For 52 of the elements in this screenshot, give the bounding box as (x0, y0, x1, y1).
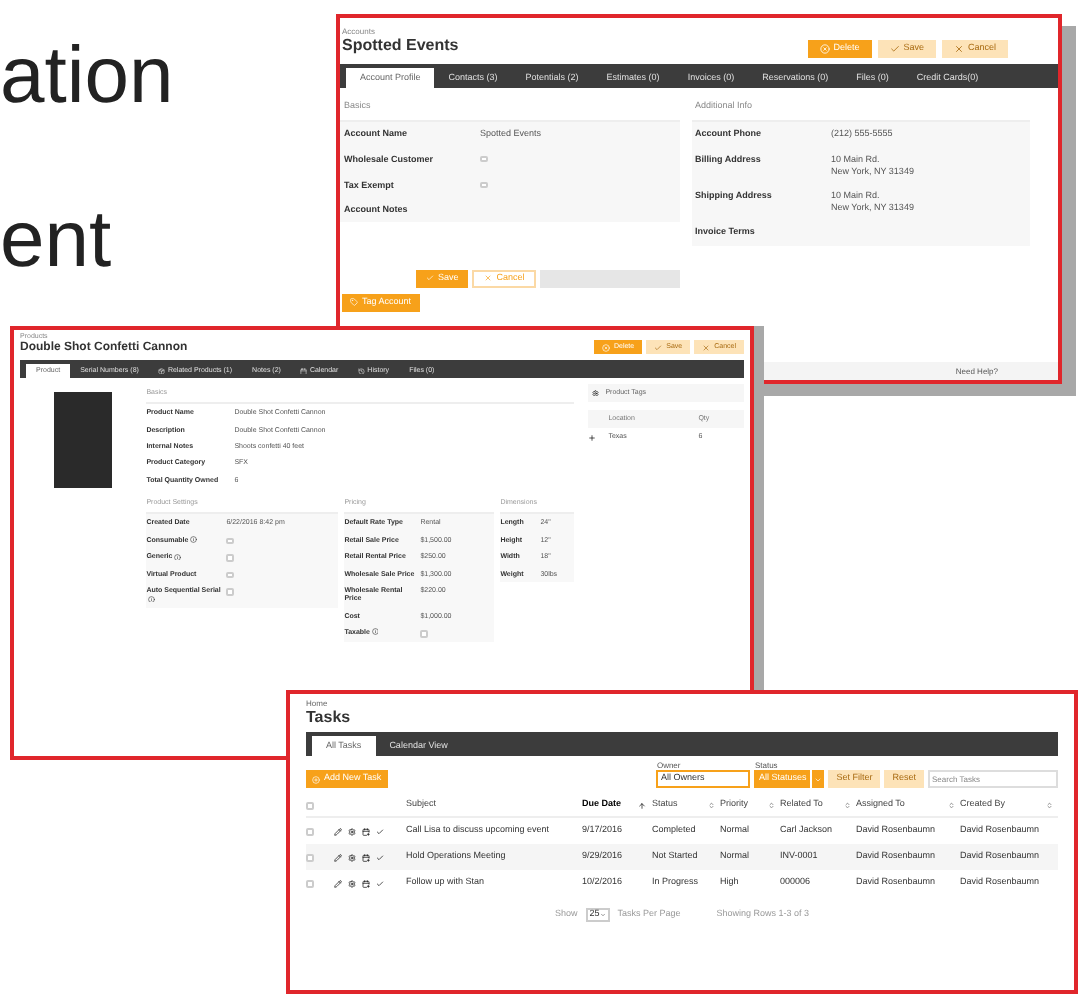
close-icon (601, 343, 610, 351)
close-icon (819, 44, 830, 54)
window-title: Tasks (306, 708, 353, 728)
calendar-icon (300, 367, 308, 375)
edit-icon[interactable] (334, 879, 342, 887)
checkbox[interactable] (306, 879, 314, 887)
settings-icon[interactable] (348, 879, 356, 887)
plus-icon (312, 775, 320, 783)
headline-text: ent (0, 200, 112, 280)
photo-placeholder (54, 392, 113, 488)
checkbox[interactable] (306, 853, 314, 861)
calendar-icon[interactable] (362, 827, 370, 835)
check-icon[interactable] (376, 827, 384, 835)
check-icon[interactable] (376, 879, 384, 887)
checkbox[interactable] (306, 827, 314, 835)
tag-icon (350, 298, 358, 306)
calendar-icon[interactable] (362, 853, 370, 861)
box-icon (158, 367, 166, 375)
settings-icon[interactable] (348, 853, 356, 861)
check-icon (889, 44, 900, 54)
edit-icon[interactable] (334, 853, 342, 861)
checkbox[interactable] (480, 155, 487, 163)
expand-toggle[interactable] (588, 433, 597, 442)
headline-text: ation (0, 36, 174, 116)
check-icon[interactable] (376, 853, 384, 861)
info-icon (371, 628, 379, 636)
info-icon (174, 553, 182, 561)
blank-field (540, 269, 681, 287)
sort-icon (767, 801, 774, 809)
sort-icon (843, 801, 850, 809)
sort-up-icon (638, 801, 646, 809)
check-icon (654, 343, 663, 351)
checkbox[interactable] (420, 630, 428, 637)
window-title: Spotted Events (342, 36, 459, 56)
calendar-icon[interactable] (362, 879, 370, 887)
sort-icon (707, 801, 714, 809)
settings-icon[interactable] (348, 827, 356, 835)
checkbox[interactable] (226, 588, 234, 596)
edit-icon[interactable] (334, 827, 342, 835)
settings-icon (592, 389, 600, 397)
sort-icon (947, 801, 954, 809)
checkbox[interactable] (306, 801, 314, 809)
info-icon (190, 536, 198, 544)
checkbox[interactable] (226, 537, 234, 545)
info-icon (148, 595, 156, 603)
sort-icon (1045, 801, 1052, 809)
checkbox[interactable] (226, 554, 234, 562)
check-icon (426, 274, 434, 282)
plus-icon (588, 433, 597, 442)
checkbox[interactable] (480, 181, 487, 188)
checkbox[interactable] (226, 571, 234, 579)
history-icon (358, 367, 366, 375)
